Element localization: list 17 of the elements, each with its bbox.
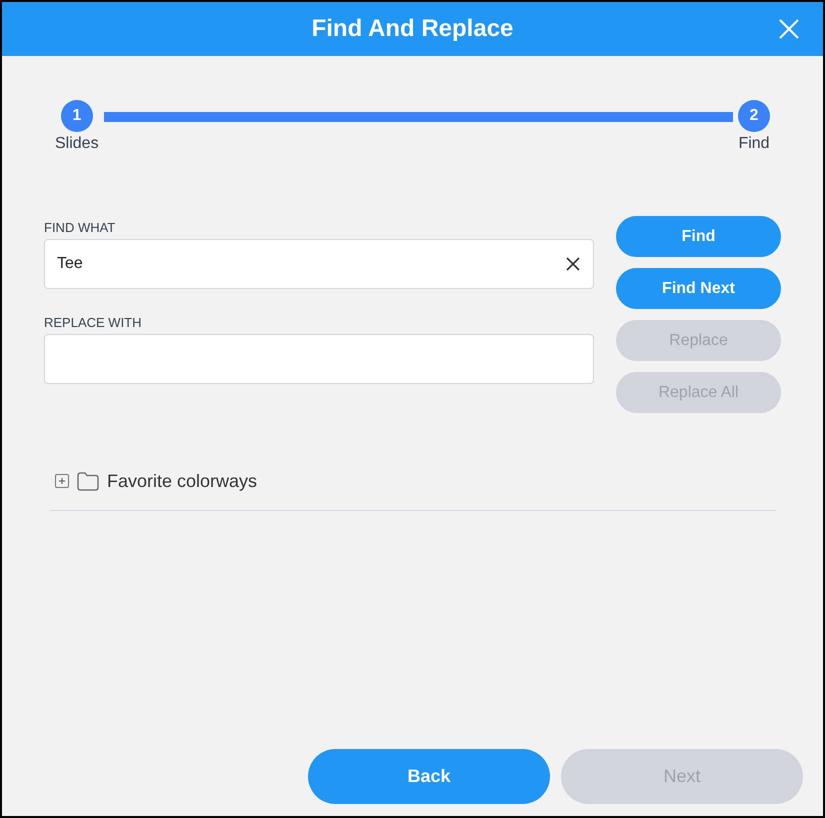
footer-button[interactable]: Back xyxy=(308,749,550,804)
text-field[interactable]: Tee xyxy=(44,239,594,289)
tree-item[interactable]: Favorite colorways xyxy=(107,470,258,492)
clear-icon[interactable] xyxy=(564,255,582,273)
action-button[interactable]: Find xyxy=(616,216,781,257)
step-number: 1 xyxy=(60,100,93,132)
expand-icon[interactable] xyxy=(55,474,69,488)
step-label: Find xyxy=(738,135,770,153)
field-label: FIND WHAT xyxy=(44,220,116,235)
window-title: Find And Replace xyxy=(312,15,514,43)
folder-icon xyxy=(77,472,99,490)
step-number: 2 xyxy=(738,100,770,132)
action-button[interactable]: Find Next xyxy=(616,268,781,309)
step-label: Slides xyxy=(55,135,99,153)
close-button[interactable] xyxy=(777,17,801,41)
field-label: REPLACE WITH xyxy=(44,315,143,330)
text-field[interactable] xyxy=(44,334,594,384)
